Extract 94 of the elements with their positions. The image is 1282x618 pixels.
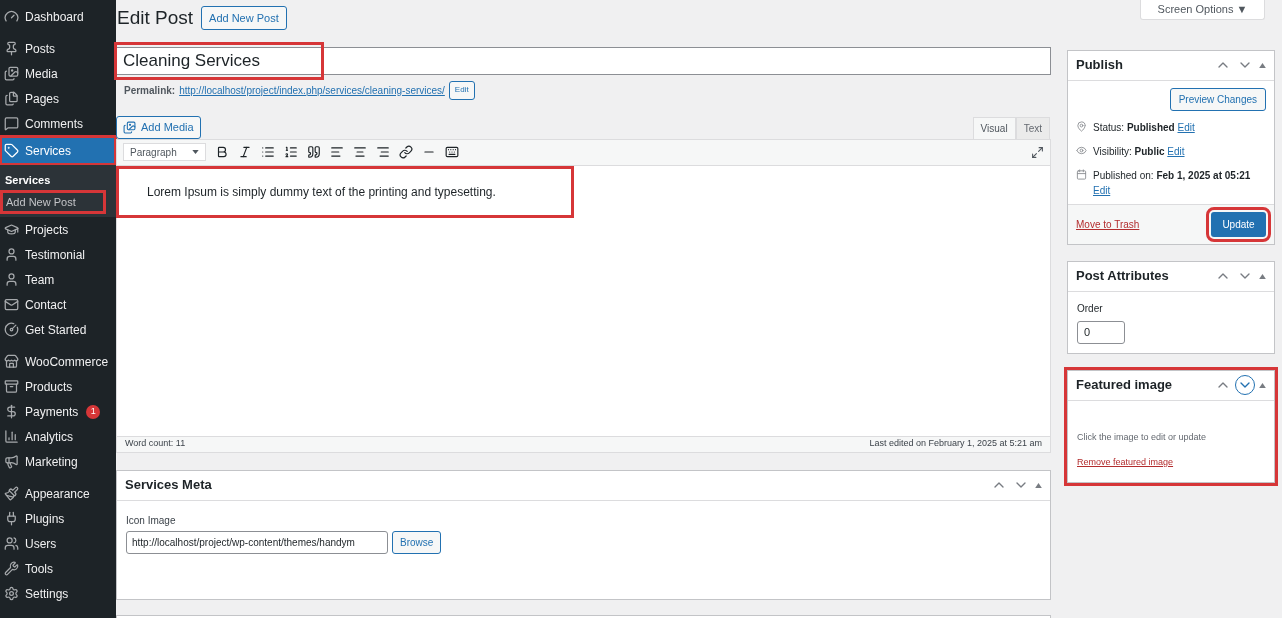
sidebar-item[interactable]: Pages bbox=[0, 86, 116, 111]
publish-info: Visibility: Public Edit bbox=[1093, 144, 1185, 159]
sidebar-item[interactable]: Projects bbox=[0, 217, 116, 242]
menu-icon bbox=[4, 297, 19, 312]
fullscreen-icon[interactable] bbox=[1031, 145, 1044, 159]
collapse-icon[interactable] bbox=[1035, 482, 1042, 488]
sidebar-item[interactable]: Contact bbox=[0, 292, 116, 317]
media-icon bbox=[123, 120, 136, 134]
count-badge: 1 bbox=[86, 404, 101, 419]
publish-info: Published on: Feb 1, 2025 at 05:21 Edit bbox=[1093, 168, 1252, 198]
add-media-button[interactable]: Add Media bbox=[116, 115, 201, 139]
menu-icon bbox=[4, 429, 19, 444]
sidebar-item[interactable]: Plugins bbox=[0, 506, 116, 531]
permalink-label: Permalink: bbox=[124, 83, 176, 98]
hint-text: Click the image to edit or update bbox=[1077, 430, 1208, 444]
format-dropdown[interactable]: Paragraph bbox=[123, 143, 206, 161]
sidebar-item[interactable]: Marketing bbox=[0, 449, 116, 474]
post-content[interactable]: Lorem Ipsum is simply dummy text of the printing and typesetting. bbox=[147, 182, 496, 201]
sidebar-item[interactable]: Services bbox=[0, 136, 116, 165]
editor-tab[interactable]: Text bbox=[1015, 116, 1050, 139]
align-center-icon[interactable] bbox=[353, 145, 367, 159]
browse-button[interactable]: Browse bbox=[392, 530, 442, 554]
sidebar-item[interactable]: Settings bbox=[0, 581, 116, 606]
bold-icon[interactable] bbox=[215, 145, 229, 159]
submenu-item[interactable]: Add New Post bbox=[1, 191, 105, 213]
bullet-list-icon[interactable] bbox=[261, 145, 275, 159]
edit-link[interactable]: Edit bbox=[1177, 121, 1195, 133]
collapse-icon[interactable] bbox=[1259, 273, 1266, 279]
panel-title: Publish bbox=[1076, 56, 1124, 75]
menu-icon bbox=[4, 511, 19, 526]
screen-options-button[interactable]: Screen Options ▼ bbox=[1140, 0, 1265, 20]
permalink-link[interactable]: http://localhost/project/index.php/services/cleaning-services/ bbox=[179, 82, 445, 98]
sidebar-item[interactable]: Users bbox=[0, 531, 116, 556]
sidebar-item[interactable]: Payments 1 bbox=[0, 399, 116, 424]
menu-icon bbox=[4, 536, 19, 551]
panel-title: Featured image bbox=[1076, 376, 1174, 395]
sidebar-item[interactable]: Tools bbox=[0, 556, 116, 581]
align-right-icon[interactable] bbox=[376, 145, 390, 159]
sidebar-item[interactable]: Dashboard bbox=[0, 4, 116, 29]
sidebar-item[interactable]: Team bbox=[0, 267, 116, 292]
sidebar-item[interactable]: Analytics bbox=[0, 424, 116, 449]
menu-icon bbox=[4, 404, 19, 419]
trash-link[interactable]: Move to Trash bbox=[1076, 216, 1140, 232]
italic-icon[interactable] bbox=[238, 145, 252, 159]
dropdown-caret-icon bbox=[192, 150, 199, 154]
word-count: Word count: 11 bbox=[125, 437, 186, 451]
menu-icon bbox=[4, 116, 19, 131]
editor-tab[interactable]: Visual bbox=[972, 116, 1016, 139]
menu-icon bbox=[4, 41, 19, 56]
sidebar-item[interactable]: WooCommerce bbox=[0, 349, 116, 374]
menu-icon bbox=[4, 9, 19, 24]
sidebar-item[interactable]: Testimonial bbox=[0, 242, 116, 267]
link-icon[interactable] bbox=[399, 145, 413, 159]
quote-icon[interactable] bbox=[307, 145, 321, 159]
menu-icon bbox=[4, 91, 19, 106]
menu-icon bbox=[4, 322, 19, 337]
order-field[interactable]: 0 bbox=[1077, 320, 1125, 344]
numbered-list-icon[interactable] bbox=[284, 145, 298, 159]
sidebar-item[interactable]: Products bbox=[0, 374, 116, 399]
menu-icon bbox=[4, 247, 19, 262]
align-left-icon[interactable] bbox=[330, 145, 344, 159]
preview-button[interactable]: Preview Changes bbox=[1169, 87, 1266, 111]
sidebar-item[interactable]: Posts bbox=[0, 36, 116, 61]
field-label: Icon Image bbox=[126, 513, 177, 528]
add-new-button[interactable]: Add New Post bbox=[201, 6, 287, 31]
menu-icon bbox=[4, 222, 19, 237]
menu-icon bbox=[4, 272, 19, 287]
field-label: Order bbox=[1077, 301, 1104, 316]
menu-icon bbox=[4, 379, 19, 394]
sidebar-item[interactable]: Comments bbox=[0, 111, 116, 136]
panel-title: Post Attributes bbox=[1076, 267, 1170, 286]
permalink-edit-button[interactable]: Edit bbox=[448, 80, 475, 100]
menu-icon bbox=[4, 561, 19, 576]
panel-title: Services Meta bbox=[125, 476, 213, 495]
menu-icon bbox=[4, 354, 19, 369]
sidebar-item[interactable]: Appearance bbox=[0, 481, 116, 506]
sidebar-item[interactable]: Media bbox=[0, 61, 116, 86]
menu-icon bbox=[4, 586, 19, 601]
collapse-icon[interactable] bbox=[1259, 382, 1266, 388]
page-title: Edit Post bbox=[117, 6, 194, 30]
menu-icon bbox=[4, 454, 19, 469]
icon-image-field[interactable]: http://localhost/project/wp-content/themes/handym bbox=[126, 530, 388, 554]
publish-info: Status: Published Edit bbox=[1093, 120, 1195, 135]
menu-icon bbox=[4, 143, 19, 158]
last-edited: Last edited on February 1, 2025 at 5:21 am bbox=[869, 437, 1042, 451]
collapse-icon[interactable] bbox=[1259, 62, 1266, 68]
keyboard-icon[interactable] bbox=[445, 145, 459, 159]
edit-link[interactable]: Edit bbox=[1093, 184, 1111, 196]
menu-icon bbox=[4, 486, 19, 501]
remove-image-link[interactable]: Remove featured image bbox=[1077, 456, 1265, 470]
submenu-item[interactable]: Services bbox=[0, 169, 116, 191]
edit-link[interactable]: Edit bbox=[1167, 145, 1185, 157]
sidebar-item[interactable]: Get Started bbox=[0, 317, 116, 342]
menu-icon bbox=[4, 66, 19, 81]
